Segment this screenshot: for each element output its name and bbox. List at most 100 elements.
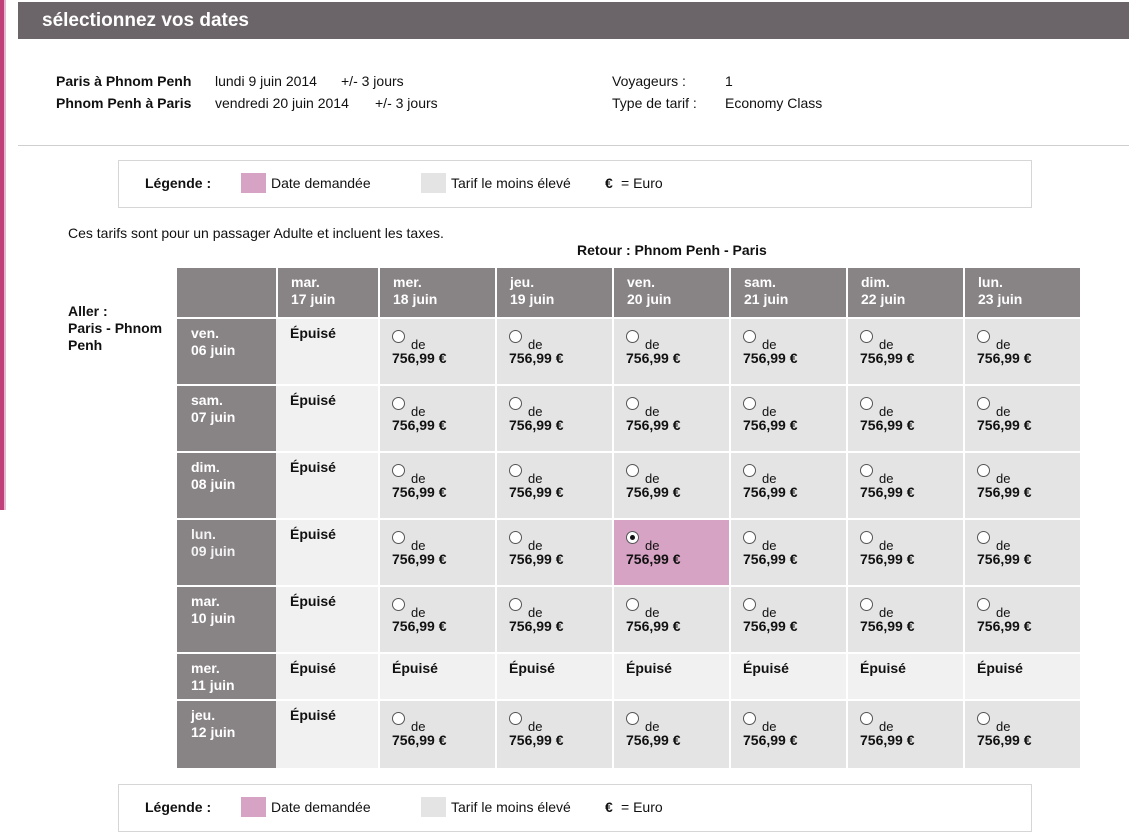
fare-cell[interactable]: de 756,99 €: [963, 451, 1080, 518]
fare-radio[interactable]: [392, 397, 405, 410]
section-title: sélectionnez vos dates: [42, 10, 249, 31]
fare-cell[interactable]: de 756,99 €: [846, 317, 963, 384]
lowest-fare-swatch: [421, 173, 446, 193]
fare-radio[interactable]: [743, 712, 756, 725]
sold-out-cell: Épuisé: [276, 384, 378, 451]
sold-out-label: Épuisé: [290, 707, 336, 723]
fare-radio[interactable]: [626, 712, 639, 725]
fare-radio[interactable]: [743, 531, 756, 544]
fare-cell[interactable]: de 756,99 €: [729, 384, 846, 451]
fare-type-label: Type de tarif :: [612, 95, 697, 111]
outbound-date-header: sam. 07 juin: [177, 384, 276, 451]
fare-radio[interactable]: [392, 464, 405, 477]
fare-radio[interactable]: [977, 464, 990, 477]
fare-radio[interactable]: [860, 531, 873, 544]
fare-cell[interactable]: de 756,99 €: [729, 699, 846, 768]
fare-radio[interactable]: [860, 712, 873, 725]
fare-cell[interactable]: de 756,99 €: [495, 585, 612, 652]
fare-radio[interactable]: [743, 397, 756, 410]
outbound-date: 11 juin: [191, 677, 235, 693]
euro-label: = Euro: [621, 799, 663, 815]
fare-cell[interactable]: de 756,99 €: [612, 518, 729, 585]
fare-price: 756,99 €: [509, 551, 564, 567]
fare-radio[interactable]: [977, 531, 990, 544]
fare-cell[interactable]: de 756,99 €: [729, 317, 846, 384]
fare-radio[interactable]: [509, 712, 522, 725]
fare-cell[interactable]: de 756,99 €: [612, 585, 729, 652]
fare-cell[interactable]: de 756,99 €: [846, 699, 963, 768]
fare-radio[interactable]: [509, 397, 522, 410]
fare-price: 756,99 €: [509, 618, 564, 634]
fare-cell[interactable]: de 756,99 €: [495, 384, 612, 451]
fare-cell[interactable]: de 756,99 €: [729, 451, 846, 518]
fare-radio[interactable]: [977, 397, 990, 410]
fare-cell[interactable]: de 756,99 €: [963, 518, 1080, 585]
return-date: 23 juin: [978, 291, 1023, 307]
fare-radio[interactable]: [626, 598, 639, 611]
fare-cell[interactable]: de 756,99 €: [612, 699, 729, 768]
fare-cell[interactable]: de 756,99 €: [846, 585, 963, 652]
fare-cell[interactable]: de 756,99 €: [612, 384, 729, 451]
fare-cell[interactable]: de 756,99 €: [729, 518, 846, 585]
fare-radio[interactable]: [392, 598, 405, 611]
fare-radio[interactable]: [860, 598, 873, 611]
fare-radio[interactable]: [626, 531, 639, 544]
fare-radio[interactable]: [392, 531, 405, 544]
fare-cell[interactable]: de 756,99 €: [963, 317, 1080, 384]
fare-cell[interactable]: de 756,99 €: [495, 317, 612, 384]
lowest-fare-label: Tarif le moins élevé: [451, 799, 571, 815]
fare-radio[interactable]: [392, 330, 405, 343]
outbound-date-header: jeu. 12 juin: [177, 699, 276, 768]
outbound-summary: Paris à Phnom Penh: [56, 73, 191, 89]
return-day: jeu.: [510, 274, 535, 290]
fare-cell[interactable]: de 756,99 €: [495, 451, 612, 518]
sold-out-cell: Épuisé: [495, 652, 612, 699]
return-date: 20 juin: [627, 291, 672, 307]
fare-cell[interactable]: de 756,99 €: [729, 585, 846, 652]
fare-cell[interactable]: de 756,99 €: [963, 699, 1080, 768]
fare-cell[interactable]: de 756,99 €: [612, 317, 729, 384]
fare-radio[interactable]: [392, 712, 405, 725]
fare-price: 756,99 €: [392, 350, 447, 366]
fare-radio[interactable]: [743, 464, 756, 477]
euro-symbol: €: [605, 799, 613, 815]
return-date: 21 juin: [744, 291, 789, 307]
grid-row: sam. 07 juin Épuisé de 756,99 € de 756,99 € de 7…: [177, 384, 1080, 451]
fare-radio[interactable]: [626, 464, 639, 477]
fare-radio[interactable]: [626, 330, 639, 343]
fare-radio[interactable]: [509, 598, 522, 611]
fare-price: 756,99 €: [977, 350, 1032, 366]
fare-radio[interactable]: [860, 397, 873, 410]
fare-cell[interactable]: de 756,99 €: [846, 451, 963, 518]
outbound-date: lundi 9 juin 2014: [215, 73, 317, 89]
fare-cell[interactable]: de 756,99 €: [378, 451, 495, 518]
fare-cell[interactable]: de 756,99 €: [378, 585, 495, 652]
fare-radio[interactable]: [743, 330, 756, 343]
fare-radio[interactable]: [860, 330, 873, 343]
divider: [18, 145, 1129, 146]
fare-cell[interactable]: de 756,99 €: [378, 699, 495, 768]
fare-radio[interactable]: [977, 712, 990, 725]
outbound-date-header: dim. 08 juin: [177, 451, 276, 518]
fare-cell[interactable]: de 756,99 €: [846, 384, 963, 451]
fare-radio[interactable]: [743, 598, 756, 611]
fare-cell[interactable]: de 756,99 €: [378, 317, 495, 384]
return-day: mer.: [393, 274, 422, 290]
grid-row: ven. 06 juin Épuisé de 756,99 € de 756,99 € de 7…: [177, 317, 1080, 384]
fare-radio[interactable]: [509, 531, 522, 544]
fare-radio[interactable]: [509, 464, 522, 477]
fare-cell[interactable]: de 756,99 €: [495, 518, 612, 585]
fare-radio[interactable]: [977, 598, 990, 611]
fare-radio[interactable]: [626, 397, 639, 410]
fare-cell[interactable]: de 756,99 €: [846, 518, 963, 585]
fare-radio[interactable]: [509, 330, 522, 343]
fare-cell[interactable]: de 756,99 €: [378, 518, 495, 585]
fare-cell[interactable]: de 756,99 €: [963, 585, 1080, 652]
fare-cell[interactable]: de 756,99 €: [612, 451, 729, 518]
fare-cell[interactable]: de 756,99 €: [495, 699, 612, 768]
grid-row: mer. 11 juin Épuisé Épuisé Épuisé Épuisé Épuis…: [177, 652, 1080, 699]
fare-radio[interactable]: [977, 330, 990, 343]
fare-radio[interactable]: [860, 464, 873, 477]
fare-cell[interactable]: de 756,99 €: [963, 384, 1080, 451]
fare-cell[interactable]: de 756,99 €: [378, 384, 495, 451]
